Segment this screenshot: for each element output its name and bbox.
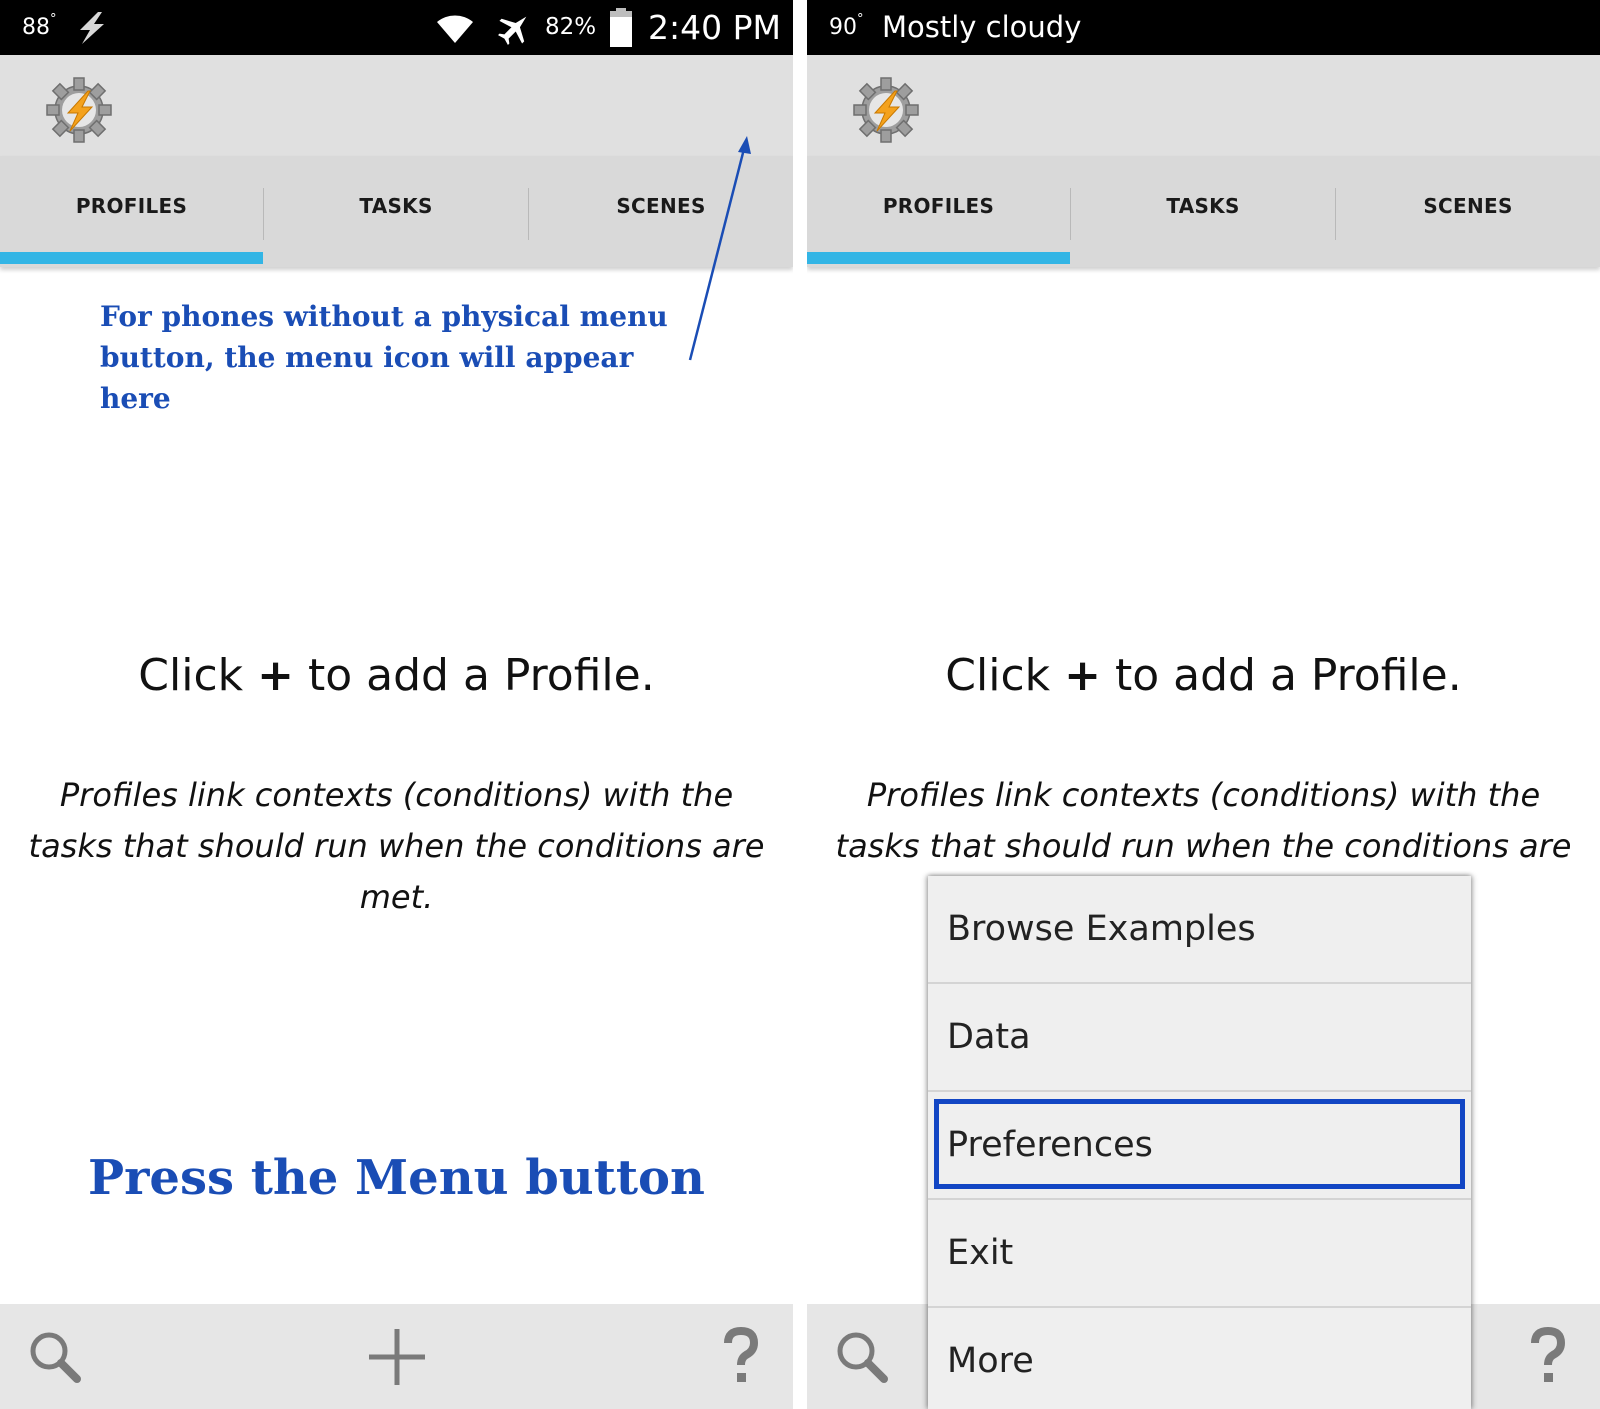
empty-state-description: Profiles link contexts (conditions) with… xyxy=(28,776,765,916)
help-icon[interactable] xyxy=(1513,1304,1583,1409)
action-bar xyxy=(807,55,1600,156)
bottom-bar xyxy=(0,1304,793,1409)
menu-item-more[interactable]: More xyxy=(928,1308,1471,1409)
search-icon[interactable] xyxy=(827,1304,897,1409)
plus-symbol: + xyxy=(257,650,294,701)
annotation-line-2: button, the menu icon will appear here xyxy=(100,341,634,415)
overflow-menu: Browse Examples Data Preferences Exit Mo… xyxy=(928,876,1471,1409)
annotation-callout: For phones without a physical menu butto… xyxy=(100,296,700,419)
plus-symbol: + xyxy=(1064,650,1101,701)
selected-tab-indicator xyxy=(807,252,1070,264)
tab-profiles[interactable]: PROFILES xyxy=(807,156,1070,267)
menu-item-browse-examples[interactable]: Browse Examples xyxy=(928,876,1471,982)
empty-state-description: Profiles link contexts (conditions) with… xyxy=(835,776,1572,865)
tab-scenes[interactable]: SCENES xyxy=(1336,156,1600,267)
empty-state-title: Click + to add a Profile. xyxy=(945,650,1462,701)
add-icon[interactable] xyxy=(362,1304,432,1409)
menu-item-data[interactable]: Data xyxy=(928,984,1471,1090)
instruction-text: Press the Menu button xyxy=(88,1150,705,1206)
tab-tasks[interactable]: TASKS xyxy=(1071,156,1335,267)
temperature-readout: 90° xyxy=(829,12,864,40)
weather-text: Mostly cloudy xyxy=(882,10,1082,44)
panel-separator xyxy=(793,0,807,1409)
status-bar: 90° Mostly cloudy xyxy=(807,0,1600,55)
empty-state-title: Click + to add a Profile. xyxy=(138,650,655,701)
preferences-highlight-box xyxy=(934,1099,1465,1189)
search-icon[interactable] xyxy=(20,1304,90,1409)
tasker-app-icon[interactable] xyxy=(851,75,921,145)
menu-item-exit[interactable]: Exit xyxy=(928,1200,1471,1306)
left-phone-screen: 88° 82% 2:40 PM PROFILES TASKS SCENES Fo… xyxy=(0,0,793,1409)
annotation-line-1: For phones without a physical menu xyxy=(100,300,668,333)
help-icon[interactable] xyxy=(706,1304,776,1409)
right-phone-screen: 90° Mostly cloudy PROFILES TASKS SCENES xyxy=(807,0,1600,1409)
tab-bar: PROFILES TASKS SCENES xyxy=(807,156,1600,267)
